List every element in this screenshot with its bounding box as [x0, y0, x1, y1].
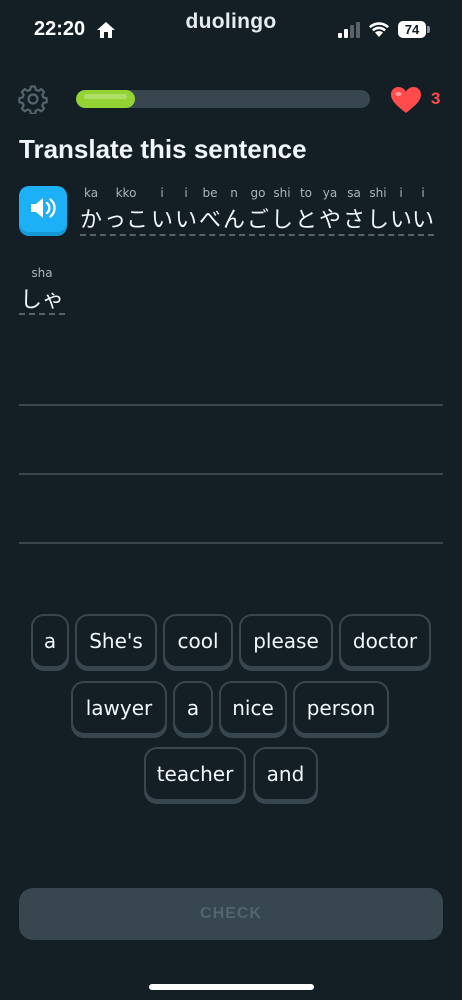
answer-line	[19, 473, 443, 475]
hearts-count: 3	[431, 89, 441, 108]
sentence-underline	[19, 313, 65, 315]
home-indicator[interactable]	[149, 984, 314, 990]
word-chip[interactable]: cool	[163, 614, 233, 668]
word-kana: か	[80, 208, 103, 233]
progress-shine	[84, 94, 127, 99]
speaker-icon	[31, 198, 56, 218]
sentence-word[interactable]: n ん	[222, 186, 246, 236]
word-romaji: to	[299, 186, 313, 200]
check-button[interactable]: CHECK	[19, 888, 443, 940]
word-chip[interactable]: teacher	[144, 747, 246, 801]
sentence-underline	[80, 234, 434, 236]
word-chip[interactable]: She's	[75, 614, 157, 668]
word-chip[interactable]: a	[31, 614, 69, 668]
word-chip[interactable]: and	[253, 747, 318, 801]
lesson-progress-bar	[76, 90, 370, 108]
sentence-word[interactable]: shi し	[366, 186, 390, 236]
sentence-word[interactable]: shi し	[270, 186, 294, 236]
sentence-word[interactable]: sha しゃ	[19, 266, 65, 316]
progress-fill	[76, 90, 135, 108]
word-romaji: n	[230, 186, 238, 200]
sentence-word[interactable]: to と	[294, 186, 318, 236]
word-kana: や	[318, 208, 341, 233]
sentence-word[interactable]: i い	[390, 186, 412, 236]
word-romaji: i	[184, 186, 188, 200]
word-chip[interactable]: nice	[219, 681, 287, 735]
word-romaji: ya	[322, 186, 338, 200]
sentence-word[interactable]: i い	[150, 186, 174, 236]
word-romaji: i	[160, 186, 164, 200]
word-kana: い	[412, 208, 435, 233]
word-romaji: i	[421, 186, 425, 200]
status-bar: 22:20 duolingo 74	[0, 0, 462, 60]
battery-tip	[427, 26, 430, 33]
word-romaji: kko	[115, 186, 137, 200]
word-kana: っこ	[103, 208, 148, 233]
play-audio-button[interactable]	[19, 186, 67, 232]
sentence-word[interactable]: kko っこ	[102, 186, 150, 236]
word-kana: し	[270, 208, 293, 233]
sentence-word[interactable]: i い	[412, 186, 434, 236]
sentence-word[interactable]: ka か	[80, 186, 102, 236]
word-chip[interactable]: a	[173, 681, 213, 735]
word-romaji: shi	[369, 186, 387, 200]
word-chip[interactable]: lawyer	[71, 681, 167, 735]
word-kana: さ	[342, 208, 365, 233]
heart-icon	[391, 87, 421, 113]
word-chip[interactable]: person	[293, 681, 389, 735]
sentence-word[interactable]: be べ	[198, 186, 222, 236]
battery-icon: 74	[398, 21, 426, 38]
word-kana: い	[150, 208, 173, 233]
word-romaji: be	[202, 186, 218, 200]
word-kana: しゃ	[19, 288, 64, 313]
app-brand: duolingo	[185, 10, 277, 33]
sentence-word[interactable]: i い	[174, 186, 198, 236]
word-kana: し	[366, 208, 389, 233]
word-romaji: shi	[273, 186, 291, 200]
word-romaji: sa	[347, 186, 361, 200]
word-romaji: ka	[83, 186, 99, 200]
answer-line	[19, 404, 443, 406]
sentence-word[interactable]: ya や	[318, 186, 342, 236]
word-chip[interactable]: please	[239, 614, 333, 668]
word-kana: ん	[222, 208, 245, 233]
prompt-sentence[interactable]: ka か kko っこ i い i い be べ n ん go ご shi し …	[80, 186, 434, 238]
word-romaji: i	[399, 186, 403, 200]
wifi-icon	[369, 22, 389, 37]
word-kana: い	[390, 208, 413, 233]
sentence-word[interactable]: go ご	[246, 186, 270, 236]
exercise-title: Translate this sentence	[19, 134, 307, 164]
word-chip[interactable]: doctor	[339, 614, 431, 668]
word-romaji: go	[250, 186, 266, 200]
gear-icon[interactable]	[18, 84, 48, 114]
word-kana: べ	[198, 208, 221, 233]
signal-icon	[338, 22, 360, 38]
prompt-sentence-continued[interactable]: sha しゃ	[19, 266, 67, 316]
word-romaji: sha	[31, 266, 53, 280]
word-kana: い	[174, 208, 197, 233]
sentence-word[interactable]: sa さ	[342, 186, 366, 236]
word-kana: ご	[246, 208, 269, 233]
word-kana: と	[294, 208, 317, 233]
answer-line	[19, 542, 443, 544]
